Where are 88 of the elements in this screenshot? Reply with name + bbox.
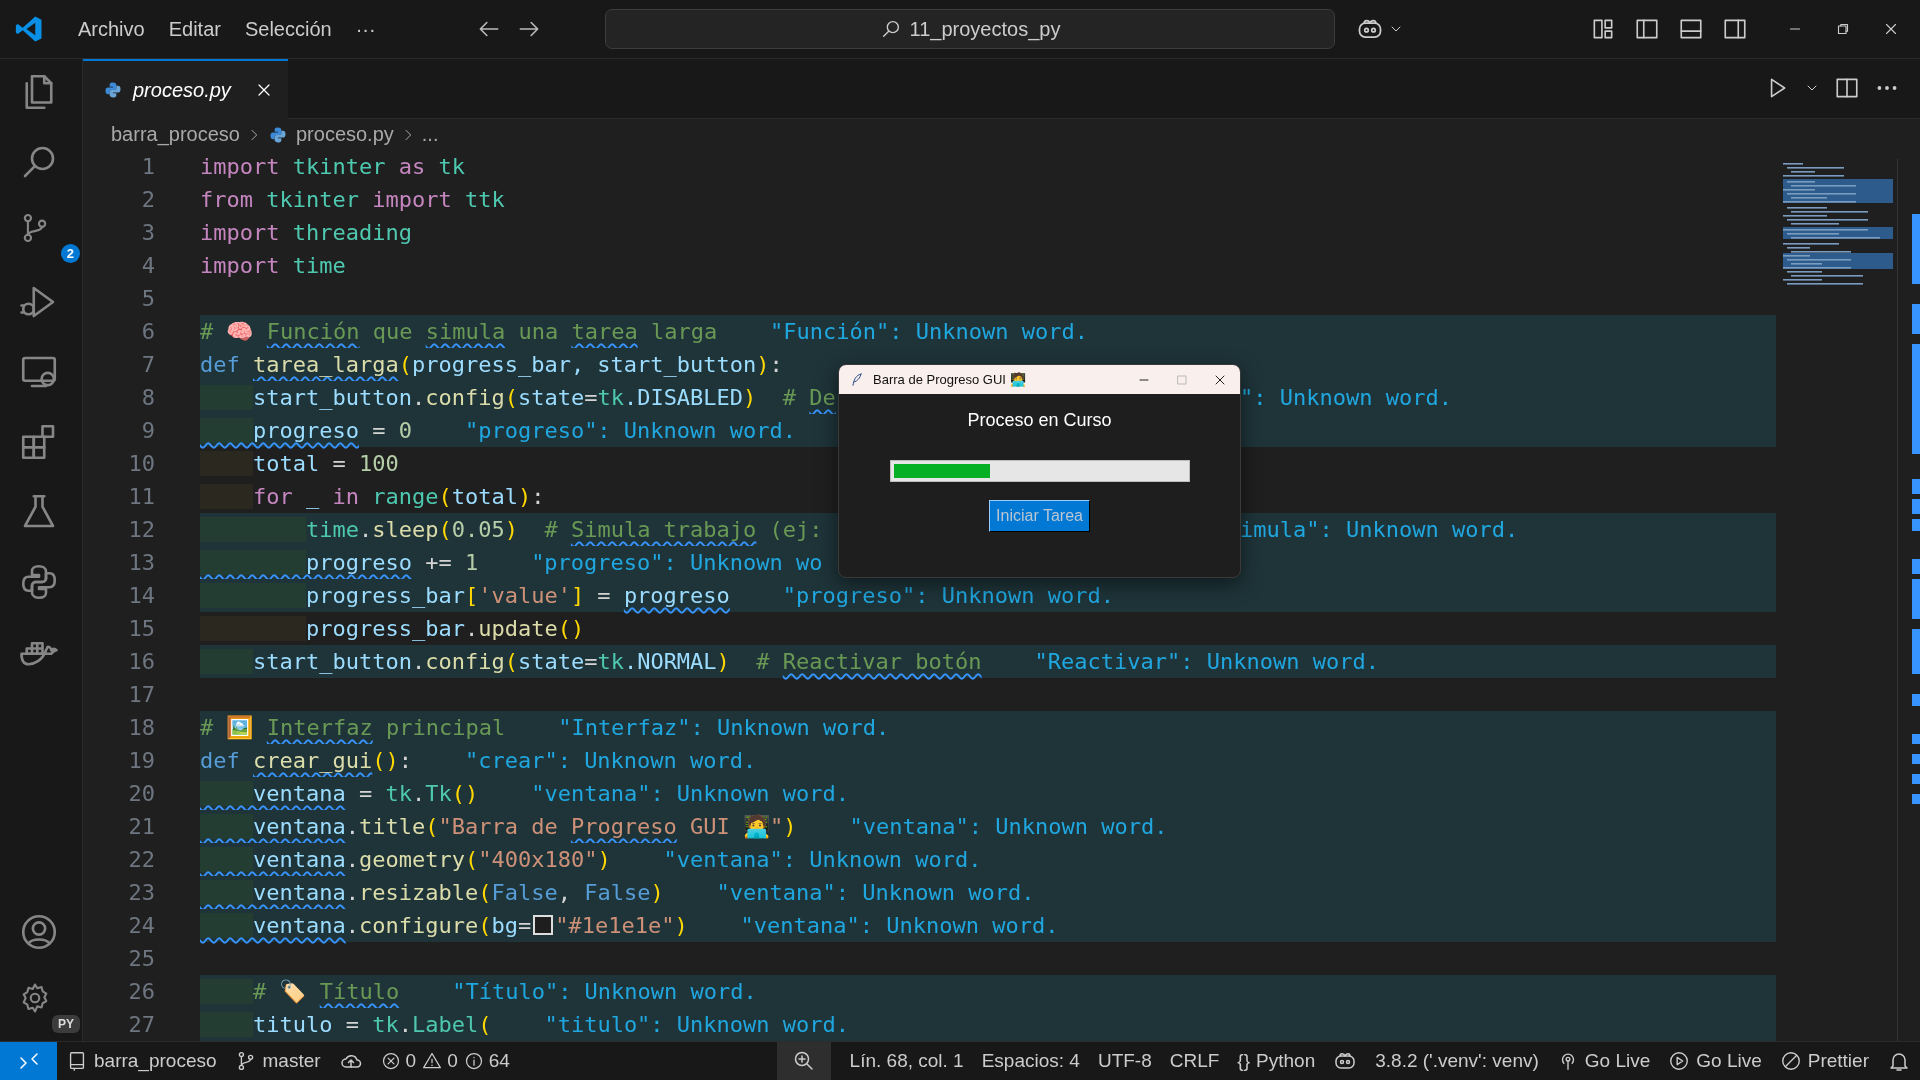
line-number: 3: [140, 220, 155, 245]
status-item[interactable]: barra_proceso: [57, 1042, 226, 1080]
status-item[interactable]: Go Live: [1659, 1042, 1771, 1080]
code-line: import threading: [200, 220, 412, 245]
info-icon: [463, 1051, 484, 1071]
line-number: 27: [127, 1012, 155, 1037]
spelling-diagnostic: "progreso": Unknown word.: [782, 583, 1114, 608]
code-line: import tkinter as tk: [200, 154, 465, 179]
badge: 2: [60, 244, 80, 263]
line-number: 15: [127, 616, 155, 641]
line-number: 2: [140, 187, 155, 212]
spelling-diagnostic: "ventana": Unknown word.: [716, 880, 1035, 905]
line-number: 25: [127, 946, 155, 971]
line-number: 26: [127, 979, 155, 1004]
spelling-diagnostic: "ventana": Unknown word.: [663, 847, 982, 872]
dialog-title: Barra de Progreso GUI 🧑‍💻: [873, 372, 1026, 387]
status-item[interactable]: Prettier: [1770, 1042, 1878, 1080]
spelling-diagnostic: "Interfaz": Unknown word.: [558, 715, 890, 740]
line-number: 18: [127, 715, 155, 740]
forbid-icon: [1779, 1050, 1802, 1072]
code-line: # 🧠 Función que simula una tarea larga: [200, 319, 718, 344]
code-line: # 🖼 Interfaz principal: [200, 715, 506, 740]
line-number: 10: [127, 451, 155, 476]
color-swatch[interactable]: [533, 915, 554, 935]
breadcrumb-item[interactable]: proceso.py: [267, 123, 394, 146]
line-number: 6: [140, 319, 155, 344]
python-file-icon: [103, 80, 123, 100]
line-number: 17: [127, 682, 155, 707]
code-line: import time: [200, 253, 346, 278]
spelling-diagnostic: "progreso": Unknown wo: [531, 550, 823, 575]
vscode-logo-icon: [14, 14, 44, 44]
status-item[interactable]: Lín. 68, col. 1: [840, 1042, 973, 1080]
spelling-diagnostic: "ventana": Unknown word.: [740, 913, 1059, 938]
error-icon: [380, 1051, 401, 1071]
overview-ruler[interactable]: [1897, 159, 1920, 1041]
line-number: 20: [127, 781, 155, 806]
line-number: 19: [127, 748, 155, 773]
line-number: 12: [127, 517, 155, 542]
spelling-diagnostic: "ventana": Unknown word.: [531, 781, 850, 806]
breadcrumb-item[interactable]: barra_proceso: [111, 123, 240, 146]
search-field[interactable]: 11_proyectos_py: [605, 9, 1335, 49]
status-item[interactable]: CRLF: [1160, 1042, 1229, 1080]
errors-count[interactable]: 0: [380, 1050, 417, 1072]
spelling-diagnostic: "crear": Unknown word.: [464, 748, 757, 773]
line-number: 13: [127, 550, 155, 575]
dialog-heading: Proceso en Curso: [966, 410, 1113, 431]
line-number: 8: [140, 385, 155, 410]
menu-item[interactable]: Archivo: [66, 13, 157, 45]
spelling-diagnostic: "Título": Unknown word.: [452, 979, 757, 1004]
breadcrumb-item[interactable]: ...: [421, 123, 439, 146]
file-tab[interactable]: proceso.py: [83, 59, 288, 119]
spelling-diagnostic: "titulo": Unknown word.: [544, 1012, 850, 1037]
code-line: from tkinter import ttk: [200, 187, 505, 212]
line-number: 16: [127, 649, 155, 674]
line-number: 14: [127, 583, 155, 608]
status-item[interactable]: 3.8.2 ('.venv': venv): [1366, 1042, 1548, 1080]
spelling-diagnostic: ": Unknown word.: [1240, 385, 1452, 410]
line-number: 1: [140, 154, 155, 179]
spelling-diagnostic: "Reactivar": Unknown word.: [1034, 649, 1379, 674]
menu-item[interactable]: Editar: [156, 13, 233, 45]
status-item[interactable]: UTF-8: [1088, 1042, 1161, 1080]
line-number: 24: [127, 913, 155, 938]
warning-icon: [422, 1051, 443, 1071]
line-number: 23: [127, 880, 155, 905]
line-number: 21: [127, 814, 155, 839]
code-line: def tarea_larga(progress_bar, start_button):: [200, 352, 783, 377]
spelling-diagnostic: "Función": Unknown word.: [770, 319, 1088, 344]
spelling-diagnostic: "progreso": Unknown word.: [464, 418, 797, 443]
code-line: def crear_gui():: [200, 748, 412, 773]
feather-icon: [849, 371, 865, 388]
line-number: 11: [127, 484, 155, 509]
language-mode[interactable]: {} Python: [1228, 1042, 1325, 1080]
menu-item[interactable]: ···: [343, 13, 388, 45]
line-number: 7: [140, 352, 155, 377]
line-number: 5: [140, 286, 155, 311]
status-item[interactable]: Go Live: [1547, 1042, 1660, 1080]
status-item[interactable]: master: [225, 1042, 330, 1080]
line-number: 9: [140, 418, 155, 443]
line-number: 4: [140, 253, 155, 278]
status-item[interactable]: Espacios: 4: [972, 1042, 1089, 1080]
warnings-count[interactable]: 0: [422, 1050, 458, 1072]
menu-item[interactable]: Selección: [232, 13, 344, 45]
spelling-diagnostic: "ventana": Unknown word.: [849, 814, 1168, 839]
play-circle-icon: [1668, 1050, 1691, 1072]
badge: PY: [52, 1015, 80, 1033]
spelling-diagnostic: imula": Unknown word.: [1240, 517, 1519, 542]
line-number: 22: [127, 847, 155, 872]
info-count[interactable]: 64: [463, 1050, 510, 1072]
